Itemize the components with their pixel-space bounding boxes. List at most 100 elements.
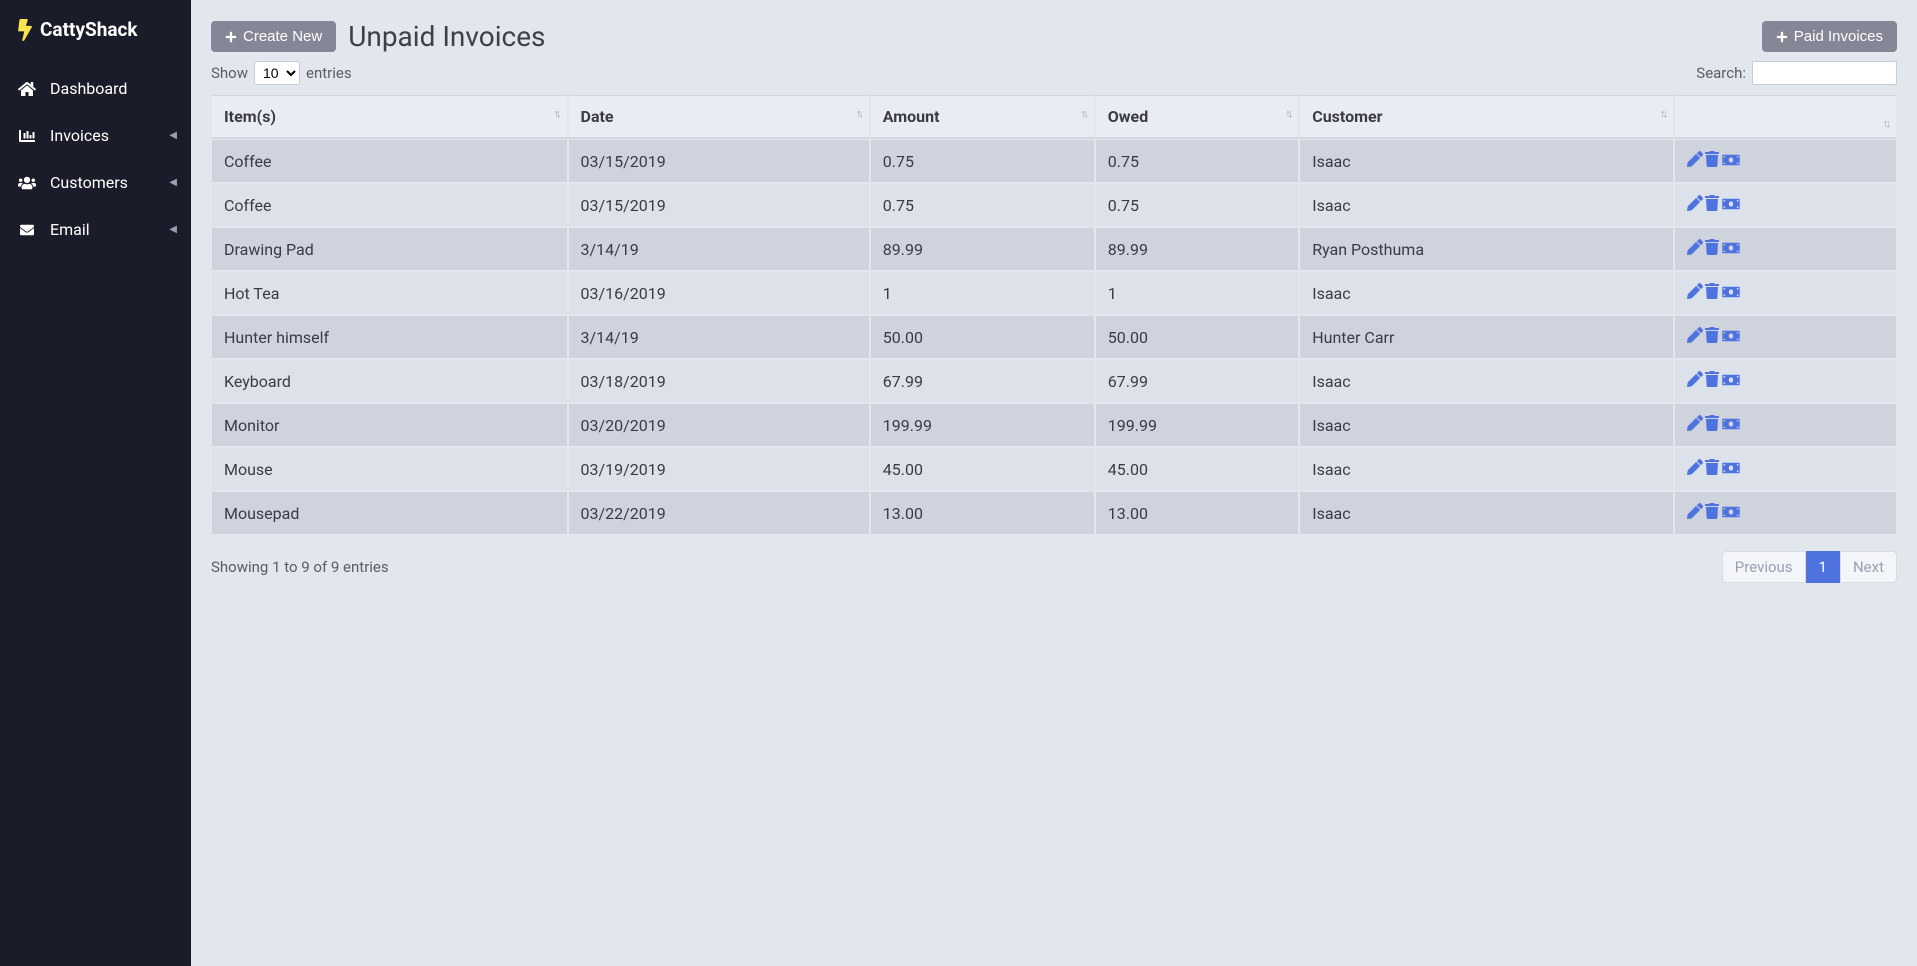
cell-amount: 50.00 [870, 315, 1095, 359]
edit-icon[interactable] [1687, 415, 1703, 431]
cell-actions [1674, 359, 1897, 403]
cell-actions [1674, 139, 1897, 183]
table-row: Hunter himself3/14/1950.0050.00Hunter Ca… [211, 315, 1897, 359]
paid-invoices-label: Paid Invoices [1794, 28, 1883, 45]
money-icon[interactable] [1721, 417, 1741, 431]
paid-invoices-button[interactable]: Paid Invoices [1762, 21, 1897, 52]
money-icon[interactable] [1721, 241, 1741, 255]
cell-date: 03/15/2019 [568, 139, 870, 183]
edit-icon[interactable] [1687, 151, 1703, 167]
edit-icon[interactable] [1687, 459, 1703, 475]
trash-icon[interactable] [1705, 503, 1719, 519]
cell-date: 03/16/2019 [568, 271, 870, 315]
sort-icon: ↑↓ [856, 107, 861, 120]
page-title: Unpaid Invoices [348, 20, 545, 53]
cell-customer: Isaac [1299, 271, 1674, 315]
sidebar-item-customers[interactable]: Customers◀ [0, 159, 191, 206]
sidebar-item-email[interactable]: Email◀ [0, 206, 191, 253]
cell-owed: 13.00 [1095, 491, 1299, 535]
cell-amount: 67.99 [870, 359, 1095, 403]
cell-item: Coffee [211, 139, 568, 183]
money-icon[interactable] [1721, 329, 1741, 343]
create-new-label: Create New [243, 28, 322, 45]
chart-icon [18, 128, 36, 144]
page-header: Create New Unpaid Invoices Paid Invoices [211, 20, 1897, 53]
trash-icon[interactable] [1705, 151, 1719, 167]
trash-icon[interactable] [1705, 415, 1719, 431]
plus-icon [225, 31, 237, 43]
trash-icon[interactable] [1705, 195, 1719, 211]
sidebar-item-label: Dashboard [50, 79, 127, 98]
cell-amount: 0.75 [870, 183, 1095, 227]
next-button[interactable]: Next [1840, 551, 1897, 583]
column-header[interactable]: Customer↑↓ [1299, 95, 1674, 139]
table-controls: Show 10 entries Search: [211, 61, 1897, 85]
money-icon[interactable] [1721, 153, 1741, 167]
edit-icon[interactable] [1687, 371, 1703, 387]
table-row: Mouse03/19/201945.0045.00Isaac [211, 447, 1897, 491]
nav: Dashboard Invoices◀Customers◀Email◀ [0, 59, 191, 253]
cell-amount: 13.00 [870, 491, 1095, 535]
edit-icon[interactable] [1687, 283, 1703, 299]
brand[interactable]: CattyShack [0, 0, 191, 59]
page-1-button[interactable]: 1 [1806, 551, 1840, 583]
sidebar-item-invoices[interactable]: Invoices◀ [0, 112, 191, 159]
gauge-icon [18, 81, 36, 97]
column-header[interactable]: Date↑↓ [568, 95, 870, 139]
column-header[interactable]: Amount↑↓ [870, 95, 1095, 139]
cell-actions [1674, 271, 1897, 315]
money-icon[interactable] [1721, 285, 1741, 299]
cell-actions [1674, 315, 1897, 359]
cell-item: Coffee [211, 183, 568, 227]
trash-icon[interactable] [1705, 371, 1719, 387]
mail-icon [18, 223, 36, 237]
cell-actions [1674, 183, 1897, 227]
pagination: Previous 1 Next [1722, 551, 1897, 583]
invoices-table: Item(s)↑↓Date↑↓Amount↑↓Owed↑↓Customer↑↓ ↑… [211, 95, 1897, 535]
cell-item: Mousepad [211, 491, 568, 535]
table-row: Drawing Pad3/14/1989.9989.99Ryan Posthum… [211, 227, 1897, 271]
table-footer: Showing 1 to 9 of 9 entries Previous 1 N… [211, 551, 1897, 583]
cell-owed: 199.99 [1095, 403, 1299, 447]
cell-actions [1674, 447, 1897, 491]
cell-item: Drawing Pad [211, 227, 568, 271]
cell-date: 03/22/2019 [568, 491, 870, 535]
sort-icon: ↑↓ [1883, 117, 1888, 130]
cell-date: 03/20/2019 [568, 403, 870, 447]
chevron-left-icon: ◀ [169, 130, 177, 141]
edit-icon[interactable] [1687, 503, 1703, 519]
trash-icon[interactable] [1705, 327, 1719, 343]
plus-icon [1776, 31, 1788, 43]
trash-icon[interactable] [1705, 459, 1719, 475]
edit-icon[interactable] [1687, 239, 1703, 255]
search-input[interactable] [1752, 61, 1897, 85]
column-header[interactable]: ↑↓ [1674, 95, 1897, 139]
trash-icon[interactable] [1705, 239, 1719, 255]
table-info: Showing 1 to 9 of 9 entries [211, 558, 389, 576]
column-header[interactable]: Owed↑↓ [1095, 95, 1299, 139]
entries-select[interactable]: 10 [254, 61, 300, 85]
sidebar-item-dashboard[interactable]: Dashboard [0, 65, 191, 112]
prev-button[interactable]: Previous [1722, 551, 1806, 583]
create-new-button[interactable]: Create New [211, 21, 336, 52]
cell-customer: Ryan Posthuma [1299, 227, 1674, 271]
chevron-left-icon: ◀ [169, 177, 177, 188]
sort-icon: ↑↓ [1285, 107, 1290, 120]
table-row: Coffee03/15/20190.750.75Isaac [211, 183, 1897, 227]
cell-date: 03/19/2019 [568, 447, 870, 491]
table-row: Coffee03/15/20190.750.75Isaac [211, 139, 1897, 183]
money-icon[interactable] [1721, 461, 1741, 475]
money-icon[interactable] [1721, 505, 1741, 519]
sort-icon: ↑↓ [1081, 107, 1086, 120]
cell-date: 3/14/19 [568, 315, 870, 359]
cell-amount: 45.00 [870, 447, 1095, 491]
money-icon[interactable] [1721, 197, 1741, 211]
cell-amount: 89.99 [870, 227, 1095, 271]
edit-icon[interactable] [1687, 195, 1703, 211]
cell-owed: 89.99 [1095, 227, 1299, 271]
edit-icon[interactable] [1687, 327, 1703, 343]
trash-icon[interactable] [1705, 283, 1719, 299]
money-icon[interactable] [1721, 373, 1741, 387]
sort-icon: ↑↓ [554, 107, 559, 120]
column-header[interactable]: Item(s)↑↓ [211, 95, 568, 139]
